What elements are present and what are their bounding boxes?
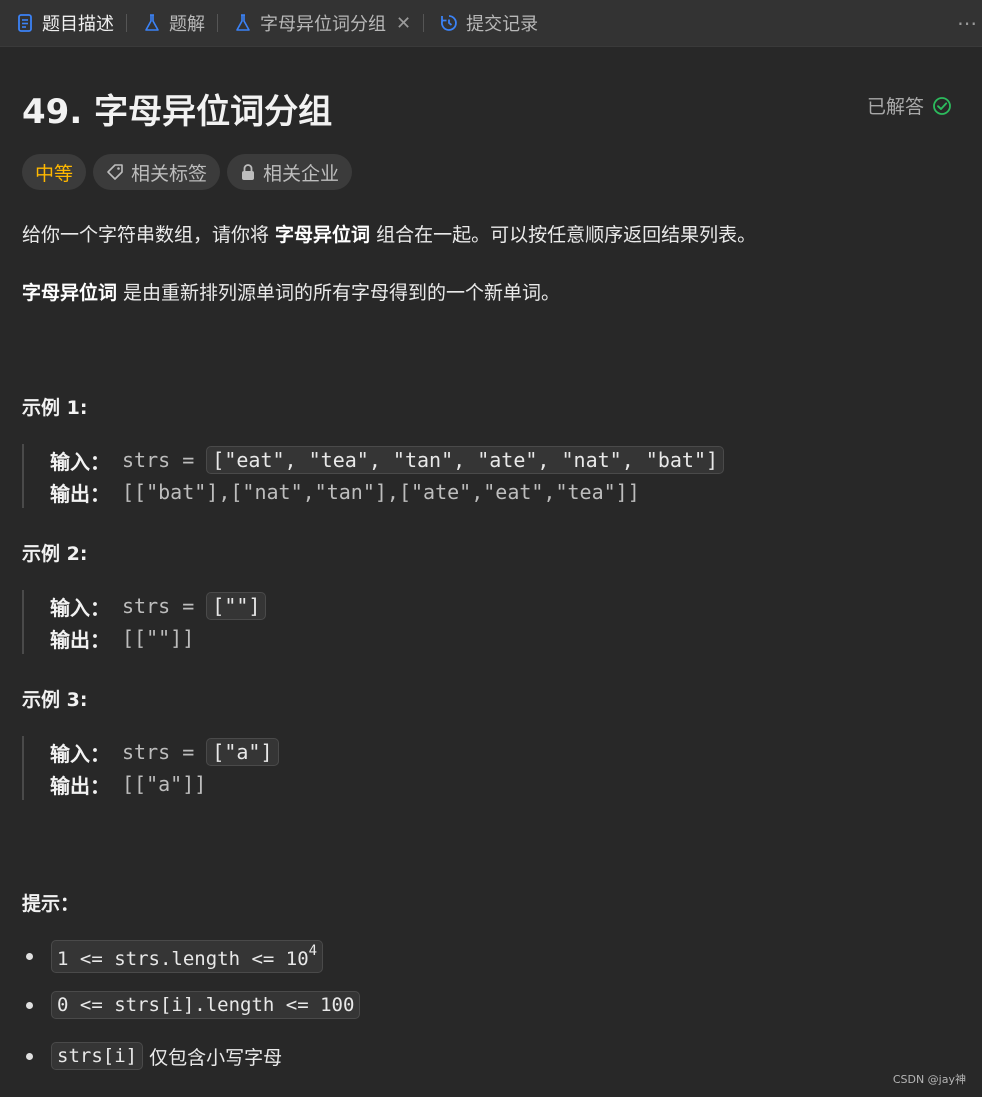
input-prefix: strs = [122,594,207,618]
doc-icon [16,14,34,32]
description-text: 给你一个字符串数组，请你将 [22,224,276,246]
example-output: 输出： [[""]] [50,622,266,654]
example-output: 输出： [["a"]] [50,768,279,800]
hint-item-1: 1 <= strs.length <= 104 [22,940,324,973]
example-1-block: 输入： strs = ["eat", "tea", "tan", "ate", "… [22,444,725,508]
lock-icon [242,164,255,180]
example-input: 输入： strs = ["eat", "tea", "tan", "ate", "… [50,444,725,476]
bullet [26,1052,33,1060]
related-tags-button[interactable]: 相关标签 [93,154,221,190]
description-text: 组合在一起。可以按任意顺序返回结果列表。 [370,224,757,246]
description-bold: 字母异位词 [22,282,118,304]
tag-icon [107,164,123,180]
difficulty-label: 中等 [35,162,74,185]
output-value: [[""]] [122,626,195,650]
more-icon[interactable]: ⋯ [957,11,978,35]
difficulty-badge: 中等 [22,154,87,190]
tab-label: 提交记录 [466,14,539,35]
example-2-heading: 示例 2: [22,543,88,565]
bullet [26,953,33,960]
related-tags-label: 相关标签 [131,162,208,185]
input-code: ["eat", "tea", "tan", "ate", "nat", "bat… [206,446,725,474]
tab-description[interactable]: 题目描述 [0,0,127,47]
solved-status: 已解答 [867,92,952,119]
check-circle-icon [933,96,951,115]
output-label: 输出： [50,627,110,652]
input-prefix: strs = [122,448,207,472]
description-bold: 字母异位词 [275,224,371,246]
flask-icon [234,14,252,32]
tab-submissions[interactable]: 提交记录 [424,0,538,47]
hint-code: 0 <= strs[i].length <= 100 [51,991,361,1019]
example-3-heading: 示例 3: [22,689,88,711]
related-companies-button[interactable]: 相关企业 [227,154,353,190]
history-icon [440,14,458,32]
tab-label: 字母异位词分组 [260,14,386,35]
example-input: 输入： strs = ["a"] [50,736,279,768]
input-label: 输入： [50,595,110,620]
example-output: 输出： [["bat"],["nat","tan"],["ate","eat","… [50,476,724,508]
page-title: 49. 字母异位词分组 [22,92,333,132]
hint-code: 1 <= strs.length <= 104 [51,940,324,973]
hint-text: 仅包含小写字母 [149,1046,283,1069]
tag-row: 中等 相关标签 相关企业 [22,154,353,190]
input-label: 输入： [50,449,110,474]
input-code: ["a"] [206,738,279,766]
input-prefix: strs = [122,740,207,764]
tab-solutions[interactable]: 题解 [127,0,218,47]
description-text: 是由重新排列源单词的所有字母得到的一个新单词。 [117,282,561,304]
example-3-block: 输入： strs = ["a"] 输出： [["a"]] [22,736,279,800]
example-2-block: 输入： strs = [""] 输出： [[""]] [22,590,267,654]
output-value: [["a"]] [122,772,207,796]
solved-label: 已解答 [866,96,924,118]
related-companies-label: 相关企业 [263,162,340,185]
close-icon[interactable]: ✕ [396,13,411,34]
input-label: 输入： [50,741,110,766]
hint-item-2: 0 <= strs[i].length <= 100 [22,991,361,1019]
tab-label: 题目描述 [42,14,114,35]
example-1-heading: 示例 1: [22,397,88,419]
output-value: [["bat"],["nat","tan"],["ate","eat","tea… [122,480,640,504]
watermark: CSDN @jay神 [892,1073,966,1086]
tab-solution-detail[interactable]: 字母异位词分组 ✕ [218,0,425,47]
input-code: [""] [206,592,267,620]
hint-exponent: 4 [308,943,318,959]
hint-code-text: 1 <= strs.length <= 10 [57,948,309,970]
output-label: 输出： [50,481,110,506]
description-paragraph-2: 字母异位词 是由重新排列源单词的所有字母得到的一个新单词。 [22,278,560,305]
example-input: 输入： strs = [""] [50,590,267,622]
hint-code: strs[i] [51,1042,144,1070]
output-label: 输出： [50,773,110,798]
tab-bar: 题目描述 题解 字母异位词分组 ✕ 提交记录 ⋯ [0,0,982,47]
bullet [26,1001,33,1009]
hints-heading: 提示： [22,893,80,915]
flask-icon [143,14,161,32]
hint-item-3: strs[i] 仅包含小写字母 [22,1042,282,1070]
tab-label: 题解 [169,14,205,35]
description-paragraph-1: 给你一个字符串数组，请你将 字母异位词 组合在一起。可以按任意顺序返回结果列表。 [22,220,756,247]
